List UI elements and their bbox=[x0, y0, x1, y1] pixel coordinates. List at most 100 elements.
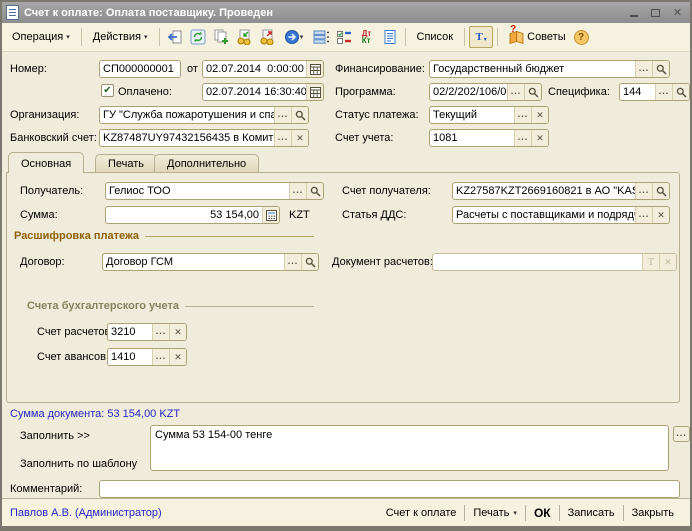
specifics-input[interactable]: 144 ... bbox=[619, 83, 690, 101]
chevron-down-icon: ▾ bbox=[144, 33, 148, 41]
number-label: Номер: bbox=[10, 63, 47, 75]
goto-icon bbox=[284, 29, 300, 45]
toolbar-separator bbox=[464, 28, 465, 46]
copy-add-icon bbox=[213, 29, 229, 45]
dtkt-button[interactable]: ДтКт bbox=[356, 26, 378, 48]
magnifier-icon[interactable] bbox=[524, 84, 541, 100]
document-journal-icon bbox=[382, 29, 398, 45]
select-icon[interactable]: ... bbox=[507, 84, 524, 100]
invoice-button[interactable]: Счет к оплате bbox=[378, 505, 465, 521]
question-mark: ? bbox=[510, 24, 516, 35]
document-journal-button[interactable] bbox=[379, 26, 401, 48]
save-button[interactable]: Записать bbox=[560, 505, 623, 521]
calendar-icon[interactable] bbox=[306, 84, 323, 100]
comment-input[interactable] bbox=[99, 480, 680, 498]
save-close-icon bbox=[167, 29, 183, 45]
refresh-icon bbox=[190, 29, 206, 45]
select-icon[interactable]: ... bbox=[655, 84, 672, 100]
copy-button[interactable] bbox=[210, 26, 232, 48]
print-button[interactable]: Печать▾ bbox=[465, 505, 525, 521]
organization-input[interactable]: ГУ "Служба пожаротушения и спаса ... bbox=[99, 106, 309, 124]
ok-button[interactable]: ОК bbox=[526, 504, 559, 522]
toolbar: Операция▾ Действия▾ ▾ ДтКт Список Т▾ ?Со… bbox=[2, 23, 690, 52]
refresh-button[interactable] bbox=[187, 26, 209, 48]
accounting-account-label: Счет учета: bbox=[335, 132, 393, 144]
select-icon[interactable]: ... bbox=[514, 107, 531, 123]
tab-print[interactable]: Печать bbox=[95, 154, 157, 173]
post-document-button[interactable] bbox=[233, 26, 255, 48]
magnifier-icon[interactable] bbox=[291, 107, 308, 123]
select-icon[interactable]: ... bbox=[274, 130, 291, 146]
clear-icon[interactable]: ✕ bbox=[531, 130, 548, 146]
paid-label: Оплачено: bbox=[118, 86, 172, 98]
tab-main[interactable]: Основная bbox=[8, 152, 84, 173]
toolbar-separator bbox=[497, 28, 498, 46]
toolbar-separator bbox=[81, 28, 82, 46]
date-separator-label: от bbox=[187, 63, 198, 75]
document-icon bbox=[6, 5, 19, 20]
specifics-label: Специфика: bbox=[548, 86, 610, 98]
payment-status-label: Статус платежа: bbox=[335, 109, 419, 121]
select-icon[interactable]: ... bbox=[274, 107, 291, 123]
program-input[interactable]: 02/2/202/106/02 ... bbox=[429, 83, 542, 101]
unpost-document-button[interactable] bbox=[256, 26, 278, 48]
chevron-down-icon: ▾ bbox=[513, 509, 517, 517]
goto-button[interactable]: ▾ bbox=[279, 26, 309, 48]
clear-icon[interactable]: ✕ bbox=[291, 130, 308, 146]
bank-account-label: Банковский счет: bbox=[10, 132, 97, 144]
title-bar: Счет к оплате: Оплата поставщику. Провед… bbox=[2, 2, 690, 23]
chevron-down-icon: ▾ bbox=[484, 36, 487, 43]
help-button[interactable]: ? bbox=[574, 30, 589, 45]
financing-label: Финансирование: bbox=[335, 63, 425, 75]
clear-icon[interactable]: ✕ bbox=[531, 107, 548, 123]
document-window: Счет к оплате: Оплата поставщику. Провед… bbox=[0, 0, 692, 531]
paid-date-input[interactable]: 02.07.2014 16:30:40 bbox=[202, 83, 324, 101]
unpost-document-icon bbox=[259, 29, 275, 45]
minimize-button[interactable] bbox=[625, 5, 642, 20]
toolbar-separator bbox=[159, 28, 160, 46]
document-date-input[interactable]: 02.07.2014 0:00:00 bbox=[202, 60, 324, 78]
list-settings-icon bbox=[313, 29, 329, 45]
chevron-down-icon: ▾ bbox=[300, 33, 304, 41]
close-button[interactable]: ✕ bbox=[669, 5, 686, 20]
close-form-button[interactable]: Закрыть bbox=[624, 505, 682, 521]
dtkt-icon: ДтКт bbox=[362, 30, 372, 44]
fill-button[interactable]: Заполнить >> bbox=[20, 430, 90, 442]
bank-account-input[interactable]: KZ87487UY97432156435 в Комитет ... ✕ bbox=[99, 129, 309, 147]
calendar-icon[interactable] bbox=[306, 61, 323, 77]
payment-status-input[interactable]: Текущий ... ✕ bbox=[429, 106, 549, 124]
chevron-down-icon: ▾ bbox=[66, 33, 70, 41]
actions-menu-button[interactable]: Действия▾ bbox=[86, 27, 155, 47]
document-total: Сумма документа: 53 154,00 KZT bbox=[10, 408, 180, 420]
tab-panel bbox=[6, 172, 680, 403]
list-button[interactable]: Список bbox=[410, 27, 461, 47]
window-title: Счет к оплате: Оплата поставщику. Провед… bbox=[24, 7, 620, 19]
status-bar: Павлов А.В. (Администратор) Счет к оплат… bbox=[2, 498, 690, 527]
paid-checkbox[interactable]: ✔ bbox=[101, 84, 114, 97]
font-settings-toggle[interactable]: Т▾ bbox=[469, 26, 493, 48]
number-input[interactable]: СП000000001 bbox=[99, 60, 181, 78]
purpose-select-button[interactable]: ... bbox=[673, 426, 690, 442]
select-icon[interactable]: ... bbox=[635, 61, 652, 77]
accounting-account-input[interactable]: 1081 ... ✕ bbox=[429, 129, 549, 147]
organization-label: Организация: bbox=[10, 109, 79, 121]
operation-menu-button[interactable]: Операция▾ bbox=[5, 27, 77, 47]
magnifier-icon[interactable] bbox=[652, 61, 669, 77]
post-document-icon bbox=[236, 29, 252, 45]
save-close-button[interactable] bbox=[164, 26, 186, 48]
tips-button[interactable]: ?Советы bbox=[502, 26, 572, 48]
comment-label: Комментарий: bbox=[10, 483, 82, 495]
magnifier-icon[interactable] bbox=[672, 84, 689, 100]
list-settings-button[interactable] bbox=[310, 26, 332, 48]
structure-settings-icon bbox=[336, 29, 352, 45]
current-user: Павлов А.В. (Администратор) bbox=[10, 507, 378, 519]
tab-additional[interactable]: Дополнительно bbox=[154, 154, 259, 173]
toolbar-separator bbox=[405, 28, 406, 46]
maximize-button[interactable] bbox=[647, 5, 664, 20]
structure-settings-button[interactable] bbox=[333, 26, 355, 48]
program-label: Программа: bbox=[335, 86, 396, 98]
financing-input[interactable]: Государственный бюджет ... bbox=[429, 60, 670, 78]
select-icon[interactable]: ... bbox=[514, 130, 531, 146]
fill-by-template-button[interactable]: Заполнить по шаблону bbox=[20, 458, 137, 470]
payment-purpose-textarea[interactable]: Сумма 53 154-00 тенге bbox=[150, 425, 669, 471]
